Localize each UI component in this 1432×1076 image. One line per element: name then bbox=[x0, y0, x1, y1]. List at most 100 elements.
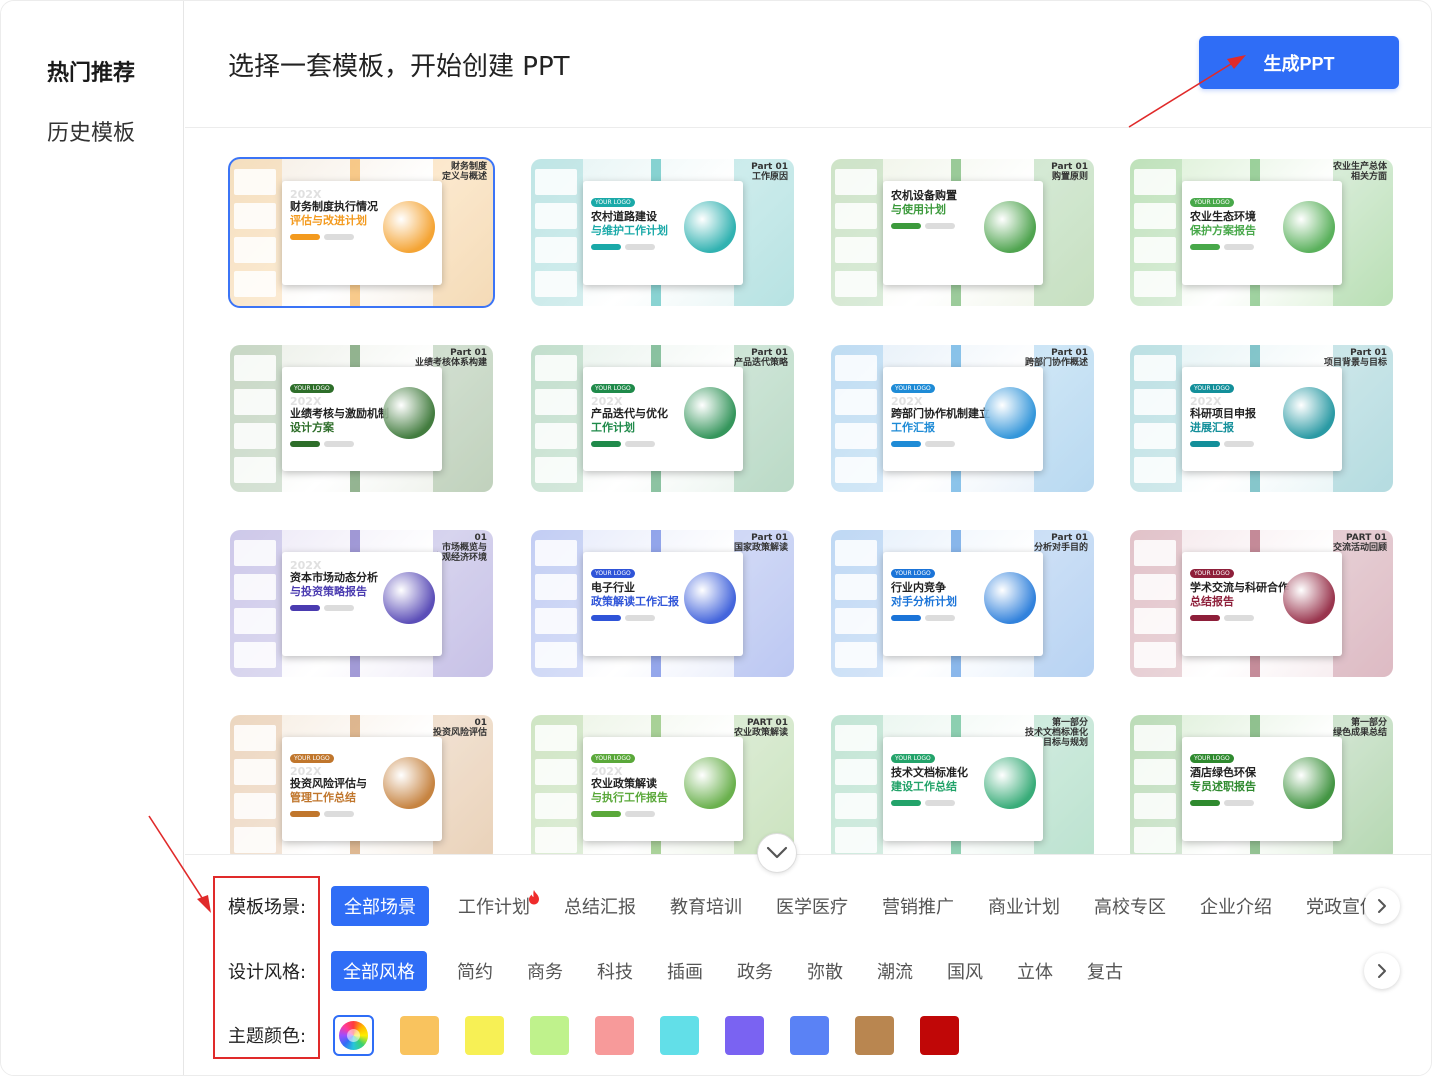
color-swatch[interactable] bbox=[660, 1015, 699, 1055]
template-card[interactable]: 01 投资风险评估 YOUR LOGO 202X 投资风险评估与 管理工作总结 bbox=[230, 715, 493, 854]
scene-option[interactable]: 高校专区 bbox=[1081, 886, 1179, 926]
thumbnail-section-label: Part 01 跨部门协作概述 bbox=[1024, 348, 1088, 368]
scene-option[interactable]: 企业介绍 bbox=[1187, 886, 1285, 926]
thumbnail-mini-page bbox=[234, 237, 276, 263]
style-option[interactable]: 立体 bbox=[1001, 951, 1069, 991]
thumbnail-meta-pill bbox=[1190, 800, 1220, 806]
scene-option[interactable]: 商业计划 bbox=[975, 886, 1073, 926]
template-card[interactable]: Part 01 工作原因 YOUR LOGO 农村道路建设 与维护工作计划 bbox=[531, 159, 794, 306]
thumbnail-mini-page bbox=[1134, 574, 1176, 600]
thumbnail-logo: YOUR LOGO bbox=[1190, 384, 1234, 393]
thumbnail-mini-page bbox=[1134, 793, 1176, 819]
scene-option[interactable]: 工作计划 bbox=[445, 886, 543, 926]
style-next-button[interactable] bbox=[1364, 953, 1400, 989]
sidebar-item-hot-recommend[interactable]: 热门推荐 bbox=[47, 55, 135, 87]
color-swatch[interactable] bbox=[595, 1015, 634, 1055]
thumbnail-mini-page bbox=[1134, 725, 1176, 751]
thumbnail-image bbox=[684, 387, 736, 439]
color-swatch[interactable] bbox=[530, 1015, 569, 1055]
generate-ppt-button[interactable]: 生成PPT bbox=[1199, 36, 1399, 89]
template-card[interactable]: 第一部分 绿色成果总结 YOUR LOGO 酒店绿色环保 专员述职报告 bbox=[1130, 715, 1393, 854]
scene-option-label: 企业介绍 bbox=[1200, 897, 1272, 918]
thumbnail-image bbox=[1283, 757, 1335, 809]
thumbnail-meta-pill bbox=[1224, 244, 1254, 250]
thumbnail-mini-page bbox=[835, 389, 877, 415]
style-option[interactable]: 弥散 bbox=[791, 951, 859, 991]
color-swatch[interactable] bbox=[400, 1015, 439, 1055]
template-card[interactable]: Part 01 购置原则 农机设备购置 与使用计划 bbox=[831, 159, 1094, 306]
style-option[interactable]: 商务 bbox=[511, 951, 579, 991]
thumbnail-logo: YOUR LOGO bbox=[891, 384, 935, 393]
thumbnail-year: 202X bbox=[290, 559, 322, 572]
color-swatch[interactable] bbox=[855, 1015, 894, 1055]
thumbnail-mini-page bbox=[234, 423, 276, 449]
template-card[interactable]: PART 01 农业政策解读 YOUR LOGO 202X 农业政策解读 与执行工作报告 bbox=[531, 715, 794, 854]
thumbnail-meta bbox=[290, 811, 434, 817]
style-option[interactable]: 国风 bbox=[931, 951, 999, 991]
thumbnail-mini-page bbox=[234, 457, 276, 483]
thumbnail-logo: YOUR LOGO bbox=[290, 384, 334, 393]
thumbnail-meta-pill bbox=[290, 234, 320, 240]
thumbnail-mini-page bbox=[835, 574, 877, 600]
thumbnail-section-label: Part 01 工作原因 bbox=[751, 162, 788, 182]
scene-option[interactable]: 总结汇报 bbox=[551, 886, 649, 926]
scene-next-button[interactable] bbox=[1364, 888, 1400, 924]
thumbnail-mini-page bbox=[1134, 237, 1176, 263]
template-card[interactable]: Part 01 业绩考核体系构建 YOUR LOGO 202X 业绩考核与激励机制 设计… bbox=[230, 345, 493, 492]
template-card[interactable]: Part 01 分析对手目的 YOUR LOGO 行业内竞争 对手分析计划 bbox=[831, 530, 1094, 677]
scene-option[interactable]: 营销推广 bbox=[869, 886, 967, 926]
style-option[interactable]: 插画 bbox=[651, 951, 719, 991]
style-option[interactable]: 复古 bbox=[1071, 951, 1139, 991]
template-card[interactable]: Part 01 产品迭代策略 YOUR LOGO 202X 产品迭代与优化 工作计划 bbox=[531, 345, 794, 492]
thumbnail-mini-page bbox=[1134, 389, 1176, 415]
scene-option-label: 高校专区 bbox=[1094, 897, 1166, 918]
thumbnail-mini-page bbox=[1134, 457, 1176, 483]
page-title: 选择一套模板，开始创建 PPT bbox=[228, 52, 570, 82]
template-card[interactable]: 财务制度 定义与概述 202X 财务制度执行情况 评估与改进计划 bbox=[228, 157, 495, 308]
style-option[interactable]: 科技 bbox=[581, 951, 649, 991]
template-card[interactable]: 农业生产总体 相关方面 YOUR LOGO 农业生态环境 保护方案报告 bbox=[1130, 159, 1393, 306]
template-card[interactable]: Part 01 国家政策解读 YOUR LOGO 电子行业 政策解读工作汇报 bbox=[531, 530, 794, 677]
filter-panel: 模板场景: 全部场景 工作计划 总结汇报 教育培训 医学医疗 营销推广 商业计划 高校专区 企业… bbox=[185, 854, 1431, 1075]
thumbnail-mini-page bbox=[1134, 642, 1176, 668]
scene-option[interactable]: 医学医疗 bbox=[763, 886, 861, 926]
color-wheel-icon bbox=[339, 1020, 368, 1050]
color-swatch[interactable] bbox=[790, 1015, 829, 1055]
thumbnail-section-label: 农业生产总体 相关方面 bbox=[1332, 162, 1387, 182]
thumbnail-meta-pill bbox=[290, 605, 320, 611]
thumbnail-mini-page bbox=[234, 574, 276, 600]
thumbnail-mini-page bbox=[835, 271, 877, 297]
scene-option[interactable]: 全部场景 bbox=[331, 886, 429, 926]
page-frame: 热门推荐 历史模板 选择一套模板，开始创建 PPT 生成PPT 财务制度 定义与… bbox=[0, 0, 1432, 1076]
template-card[interactable]: Part 01 项目背景与目标 YOUR LOGO 202X 科研项目申报 进展汇报 bbox=[1130, 345, 1393, 492]
template-card[interactable]: PART 01 交流活动回顾 YOUR LOGO 学术交流与科研合作 总结报告 bbox=[1130, 530, 1393, 677]
color-swatch[interactable] bbox=[465, 1015, 504, 1055]
style-option[interactable]: 政务 bbox=[721, 951, 789, 991]
thumbnail-image bbox=[684, 201, 736, 253]
thumbnail-mini-page bbox=[535, 725, 577, 751]
scroll-down-button[interactable] bbox=[757, 833, 797, 873]
template-card[interactable]: 第一部分 技术文档标准化 的目标与规划 YOUR LOGO 技术文档标准化 建设工作总… bbox=[831, 715, 1094, 854]
style-option[interactable]: 潮流 bbox=[861, 951, 929, 991]
sidebar-item-history-templates[interactable]: 历史模板 bbox=[47, 115, 135, 147]
color-swatch[interactable] bbox=[725, 1015, 764, 1055]
thumbnail-mini-page bbox=[234, 759, 276, 785]
thumbnail-mini-page bbox=[535, 608, 577, 634]
thumbnail-logo: YOUR LOGO bbox=[591, 384, 635, 393]
thumbnail-mini-page bbox=[835, 237, 877, 263]
thumbnail-mini-page bbox=[234, 169, 276, 195]
template-card[interactable]: 01 市场概览与 宏观经济环境 202X 资本市场动态分析 与投资策略报告 bbox=[230, 530, 493, 677]
style-option[interactable]: 简约 bbox=[441, 951, 509, 991]
thumbnail-mini-page bbox=[234, 608, 276, 634]
scene-option[interactable]: 教育培训 bbox=[657, 886, 755, 926]
style-option[interactable]: 全部风格 bbox=[331, 951, 427, 991]
template-card[interactable]: Part 01 跨部门协作概述 YOUR LOGO 202X 跨部门协作机制建立 工作汇… bbox=[831, 345, 1094, 492]
thumbnail-image bbox=[383, 201, 435, 253]
color-swatch-all[interactable] bbox=[333, 1014, 374, 1056]
thumbnail-mini-page bbox=[535, 355, 577, 381]
color-swatch[interactable] bbox=[920, 1015, 959, 1055]
thumbnail-meta bbox=[591, 811, 735, 817]
thumbnail-meta-pill bbox=[891, 615, 921, 621]
thumbnail-image bbox=[984, 757, 1036, 809]
thumbnail-section-label: 财务制度 定义与概述 bbox=[441, 162, 487, 182]
